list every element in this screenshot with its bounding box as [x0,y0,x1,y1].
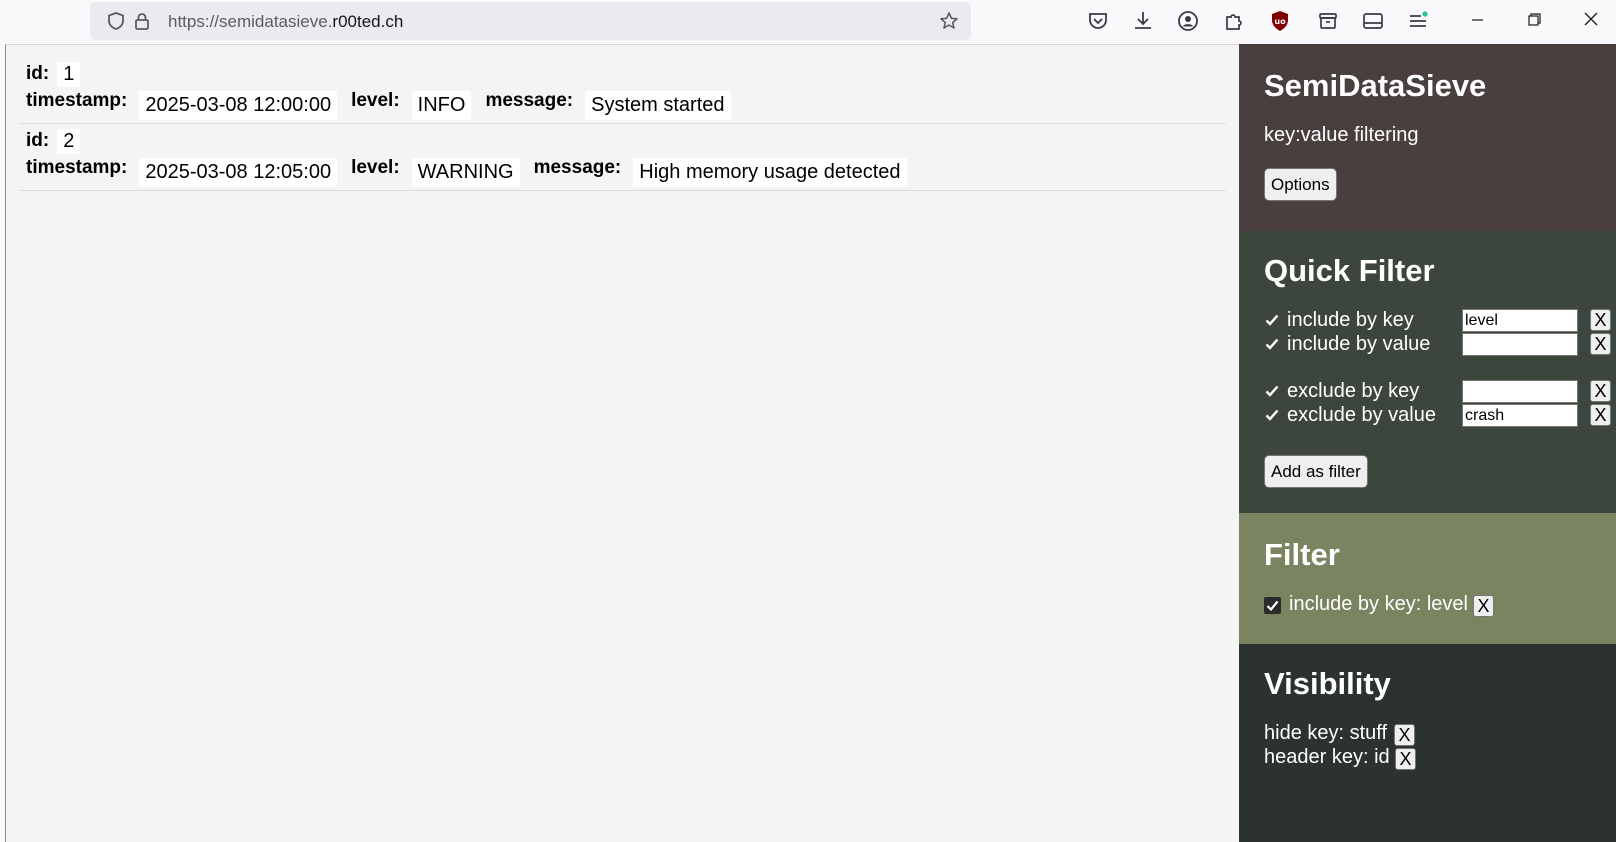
app-title: SemiDataSieve [1264,68,1487,103]
include-value-label: include by value [1287,333,1431,355]
record-id-value: 1 [57,61,81,87]
include-key-input[interactable] [1462,309,1578,332]
record-id-key: id: [26,130,50,151]
field-key: timestamp: [26,157,128,178]
clear-include-key-button[interactable]: X [1590,309,1611,331]
records-list: id: 1 timestamp: 2025-03-08 12:00:00 lev… [20,57,1226,191]
record-row: id: 2 timestamp: 2025-03-08 12:05:00 lev… [20,124,1226,191]
quick-filter-row: include by key X [1264,309,1611,333]
url-bar[interactable]: https://semidatasieve.r00ted.ch [90,2,971,40]
field-key: message: [485,90,574,111]
quick-filter-title: Quick Filter [1264,253,1435,288]
quick-filter-row: exclude by key X [1264,380,1611,404]
app-subtitle: key:value filtering [1264,124,1419,146]
record-header: id: 1 [26,61,81,87]
extensions-icon[interactable] [1221,9,1245,33]
include-value-input[interactable] [1462,333,1578,356]
clear-exclude-key-button[interactable]: X [1590,380,1611,402]
lock-icon[interactable] [132,11,152,31]
visibility-item-header: header key: id [1264,746,1390,768]
exclude-value-label: exclude by value [1287,404,1436,426]
close-window-icon[interactable] [1568,0,1614,40]
download-icon[interactable] [1131,9,1155,33]
record-id-value: 2 [57,128,81,154]
ublock-icon[interactable]: uo [1268,9,1292,33]
field-key: level: [351,157,400,178]
app-section: SemiDataSieve key:value filtering Option… [1239,44,1616,231]
field-value[interactable]: 2025-03-08 12:05:00 [139,157,338,187]
field-key: timestamp: [26,90,128,111]
visibility-title: Visibility [1264,666,1391,701]
include-key-label: include by key [1287,309,1414,331]
field-value[interactable]: WARNING [411,157,520,187]
quick-filter-row: include by value X [1264,333,1611,357]
include-key-checkbox[interactable] [1264,312,1280,328]
field-value[interactable]: INFO [411,90,472,120]
remove-filter-button[interactable]: X [1473,595,1494,617]
remove-hide-key-button[interactable]: X [1394,724,1415,746]
visibility-item-hide: hide key: stuff [1264,722,1388,744]
remove-header-key-button[interactable]: X [1395,748,1416,770]
exclude-value-checkbox[interactable] [1264,407,1280,423]
quick-filter-section: Quick Filter include by key X include by… [1239,231,1616,513]
filter-item-label: include by key: level [1289,593,1468,615]
field-value[interactable]: System started [585,90,731,120]
field-key: level: [351,90,400,111]
clear-exclude-value-button[interactable]: X [1590,404,1611,426]
svg-text:uo: uo [1274,17,1286,26]
url-prefix: https://semidatasieve. [168,12,333,31]
field-value[interactable]: 2025-03-08 12:00:00 [139,90,338,120]
field-value[interactable]: High memory usage detected [633,157,907,187]
clear-include-value-button[interactable]: X [1590,333,1611,355]
filter-enabled-checkbox[interactable] [1264,597,1281,614]
restore-icon[interactable] [1511,0,1557,40]
menu-icon[interactable] [1406,9,1430,33]
options-button[interactable]: Options [1264,168,1337,201]
bookmark-star-icon[interactable] [939,11,959,31]
record-fields: timestamp: 2025-03-08 12:05:00 level: WA… [26,156,921,188]
pocket-icon[interactable] [1086,9,1110,33]
field-key: message: [533,157,622,178]
exclude-key-label: exclude by key [1287,380,1420,402]
add-as-filter-button[interactable]: Add as filter [1264,455,1368,488]
url-text[interactable]: https://semidatasieve.r00ted.ch [168,12,403,32]
filter-section: Filter include by key: level X [1239,513,1616,644]
exclude-key-input[interactable] [1462,380,1578,403]
record-id-key: id: [26,63,50,84]
url-domain: r00ted.ch [332,12,404,31]
visibility-section: Visibility hide key: stuff X header key:… [1239,644,1616,842]
browser-toolbar: https://semidatasieve.r00ted.ch uo [0,0,1616,43]
shield-icon[interactable] [106,11,126,31]
exclude-key-checkbox[interactable] [1264,383,1280,399]
filter-title: Filter [1264,537,1340,572]
records-panel: id: 1 timestamp: 2025-03-08 12:00:00 lev… [5,44,1239,842]
exclude-value-input[interactable] [1462,404,1578,427]
account-icon[interactable] [1176,9,1200,33]
containers-icon[interactable] [1316,9,1340,33]
record-row: id: 1 timestamp: 2025-03-08 12:00:00 lev… [20,57,1226,124]
include-value-checkbox[interactable] [1264,336,1280,352]
minimize-icon[interactable] [1454,0,1500,40]
record-header: id: 2 [26,128,81,154]
sidebar: SemiDataSieve key:value filtering Option… [1239,44,1616,842]
quick-filter-row: exclude by value X [1264,404,1611,428]
record-fields: timestamp: 2025-03-08 12:00:00 level: IN… [26,89,745,121]
sidebar-toggle-icon[interactable] [1361,9,1385,33]
